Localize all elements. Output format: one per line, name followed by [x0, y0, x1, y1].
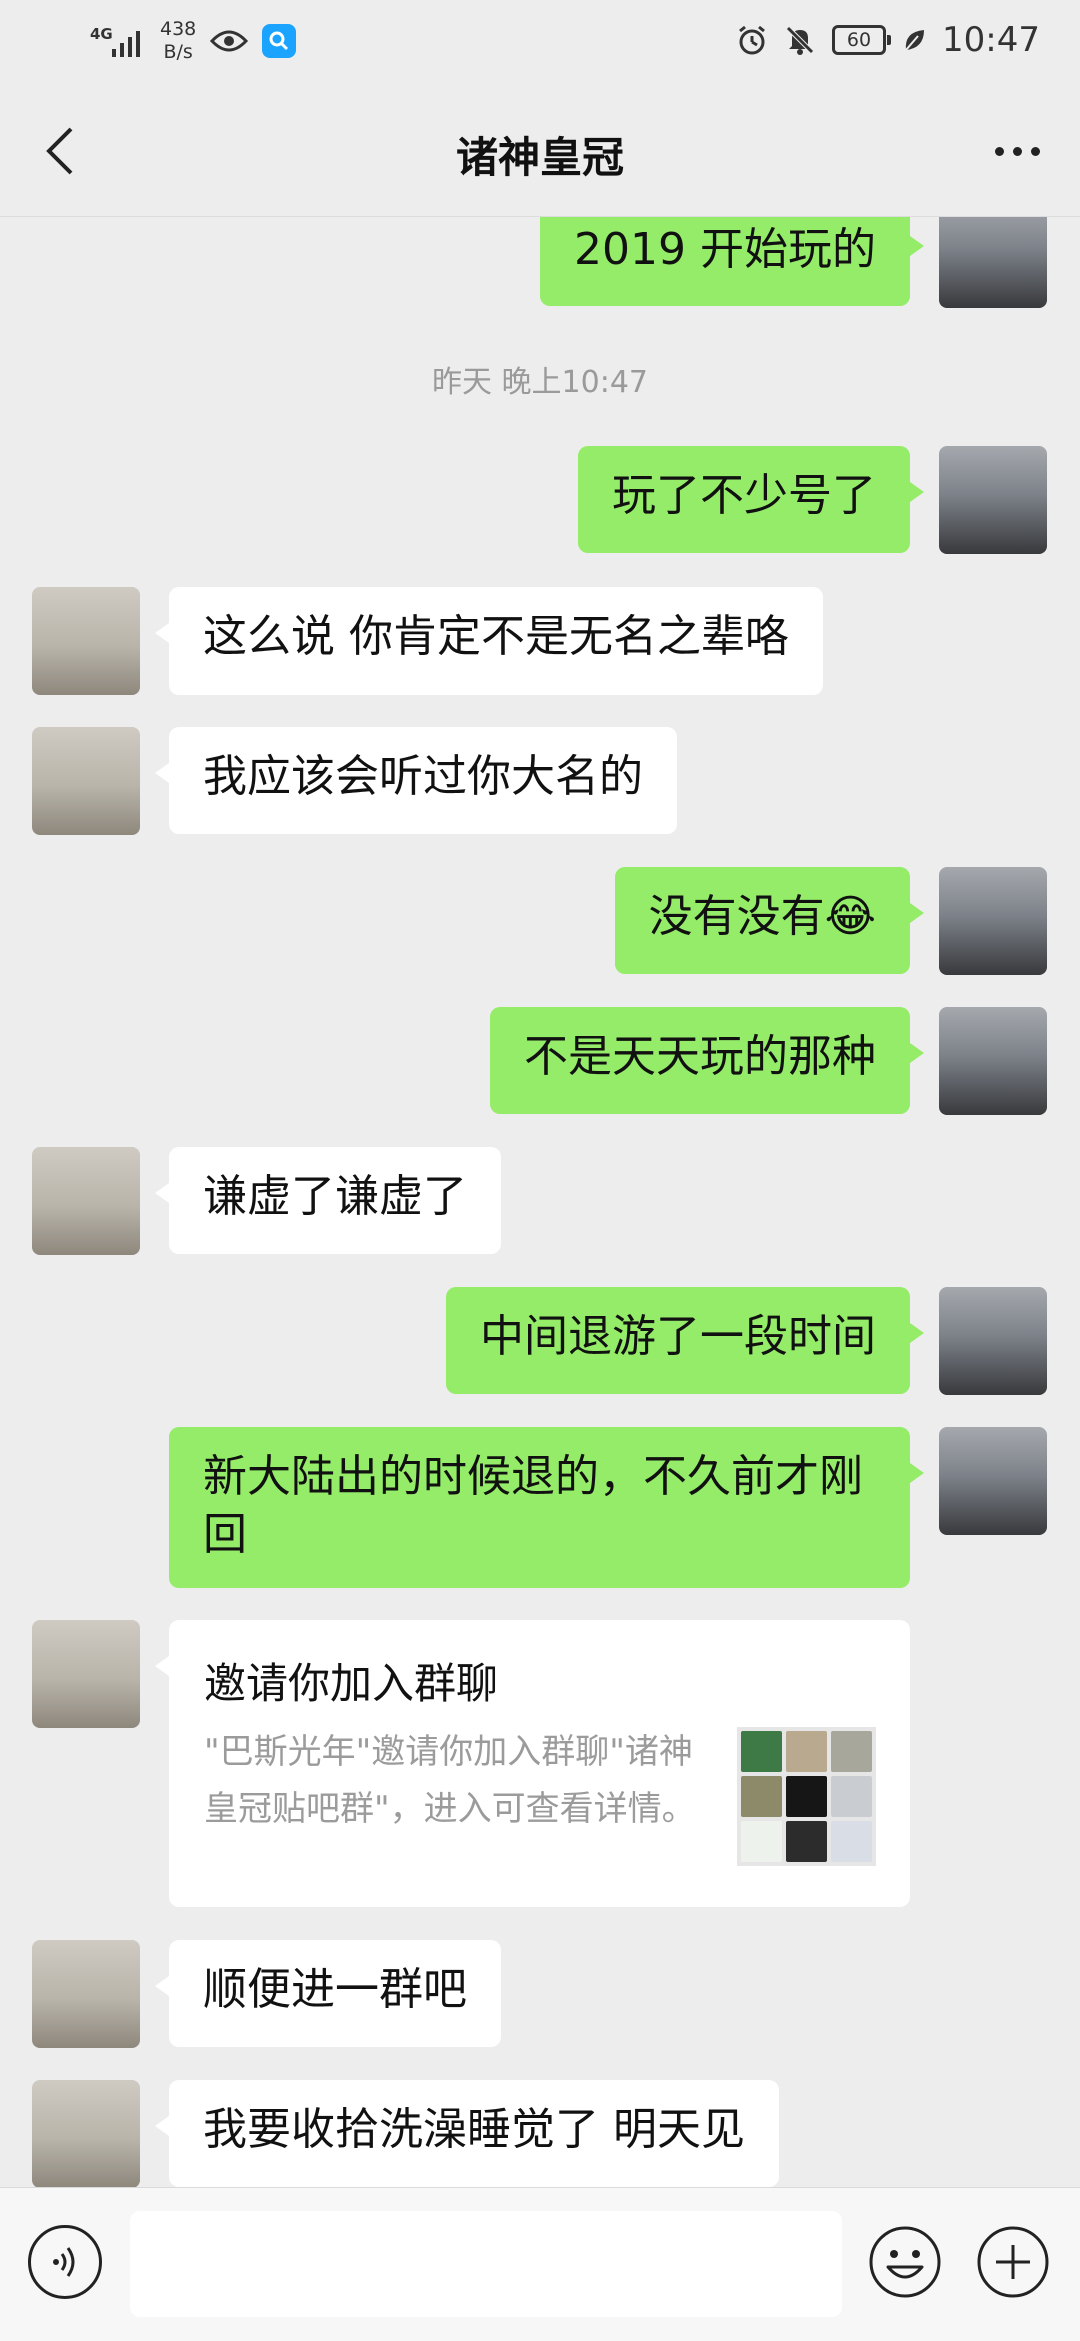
message-bubble[interactable]: 谦虚了谦虚了	[155, 1147, 501, 1254]
alarm-icon	[739, 25, 765, 55]
more-button[interactable]	[982, 116, 1052, 186]
speed-unit: B/s	[163, 41, 193, 63]
message-bubble[interactable]: 2019 开始玩的	[540, 217, 924, 306]
emoji-icon[interactable]	[868, 2225, 942, 2299]
mute-icon	[786, 26, 814, 55]
my-avatar[interactable]	[939, 446, 1047, 554]
signal-icon: 4G	[88, 19, 146, 63]
status-right: 60 10:47	[736, 20, 1040, 60]
status-bar: 4G 438 B/s 60 10:47	[0, 0, 1080, 86]
battery-icon: 60	[832, 25, 892, 55]
contact-avatar[interactable]	[32, 1620, 140, 1728]
chat-area[interactable]: 2019 开始玩的 昨天 晚上10:47 玩了不少号了 这么说 你肯定不是无名之…	[0, 217, 1080, 2187]
contact-avatar[interactable]	[32, 1147, 140, 1255]
message-bubble[interactable]: 新大陆出的时候退的，不久前才刚回	[169, 1427, 924, 1588]
my-avatar[interactable]	[939, 1007, 1047, 1115]
chat-title: 诸神皇冠	[455, 133, 624, 182]
my-avatar[interactable]	[939, 1287, 1047, 1395]
card-description: "巴斯光年"邀请你加入群聊"诸神皇冠贴吧群"，进入可查看详情。	[204, 1732, 696, 1829]
group-thumbnail	[737, 1727, 876, 1866]
message-bubble[interactable]: 没有没有😂	[614, 867, 925, 974]
eye-icon	[210, 30, 249, 52]
more-icon	[994, 146, 1040, 156]
card-title: 邀请你加入群聊	[204, 1659, 499, 1708]
voice-button[interactable]	[28, 2225, 102, 2299]
status-time: 10:47	[942, 20, 1040, 60]
status-left: 4G 438 B/s	[88, 18, 297, 64]
my-avatar[interactable]	[939, 867, 1047, 975]
group-invite-card[interactable]: 邀请你加入群聊 "巴斯光年"邀请你加入群聊"诸神皇冠贴吧群"，进入可查看详情。	[155, 1620, 910, 1907]
timestamp: 昨天 晚上10:47	[432, 365, 648, 400]
contact-avatar[interactable]	[32, 727, 140, 835]
message-bubble[interactable]: 中间退游了一段时间	[446, 1287, 924, 1394]
message-bubble[interactable]: 不是天天玩的那种	[490, 1007, 924, 1114]
chat-header: 诸神皇冠	[0, 86, 1080, 217]
my-avatar[interactable]	[939, 1427, 1047, 1535]
contact-avatar[interactable]	[32, 1940, 140, 2048]
voice-icon	[53, 2247, 75, 2277]
network-speed: 438 B/s	[160, 18, 196, 64]
plus-icon[interactable]	[976, 2225, 1050, 2299]
search-app-icon	[262, 24, 297, 58]
input-bar	[0, 2187, 1080, 2341]
message-bubble[interactable]: 我要收拾洗澡睡觉了 明天见	[155, 2080, 779, 2187]
speed-value: 438	[160, 18, 197, 40]
message-bubble[interactable]: 这么说 你肯定不是无名之辈咯	[155, 587, 823, 695]
contact-avatar[interactable]	[32, 2080, 140, 2187]
message-bubble[interactable]: 玩了不少号了	[578, 446, 924, 553]
message-input[interactable]	[130, 2211, 842, 2317]
network-type: 4G	[90, 25, 113, 43]
contact-avatar[interactable]	[32, 587, 140, 695]
my-avatar[interactable]	[939, 217, 1047, 308]
leaf-icon	[905, 30, 925, 51]
message-bubble[interactable]: 顺便进一群吧	[155, 1940, 501, 2047]
message-bubble[interactable]: 我应该会听过你大名的	[155, 727, 677, 834]
